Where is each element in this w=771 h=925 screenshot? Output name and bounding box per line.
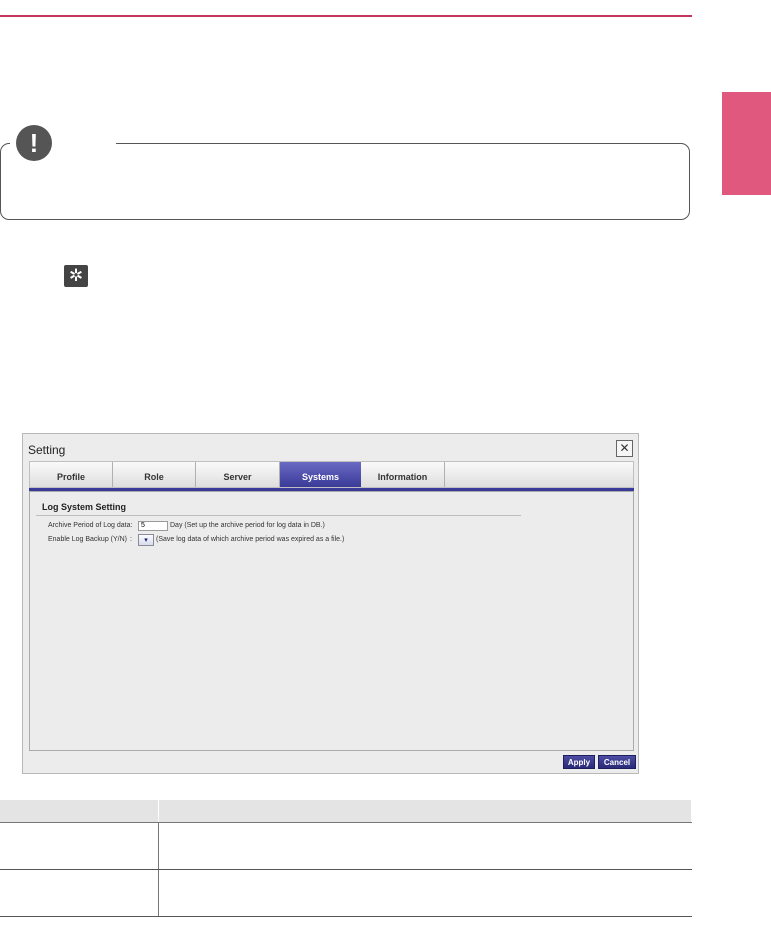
setting-dialog: Setting ✕ Profile Role Server Systems In…	[22, 433, 639, 774]
section-divider	[36, 515, 521, 516]
tab-information[interactable]: Information	[361, 462, 445, 487]
table-cell	[158, 822, 692, 870]
table-header-cell	[158, 800, 692, 823]
tab-profile[interactable]: Profile	[30, 462, 113, 487]
side-language-tab	[722, 92, 771, 195]
log-backup-select[interactable]: ▾	[138, 534, 154, 546]
section-title: Log System Setting	[42, 502, 127, 512]
note-box	[0, 143, 690, 220]
table-header-row	[0, 800, 692, 823]
table-row	[0, 822, 692, 870]
settings-table	[0, 800, 692, 917]
archive-period-label: Archive Period of Log data:	[48, 522, 133, 529]
cancel-button[interactable]: Cancel	[598, 755, 636, 769]
tab-role[interactable]: Role	[113, 462, 196, 487]
tab-bar: Profile Role Server Systems Information	[29, 461, 634, 488]
table-cell	[0, 822, 159, 870]
apply-button[interactable]: Apply	[563, 755, 595, 769]
table-cell	[158, 869, 692, 917]
exclamation-icon: !	[16, 125, 52, 161]
close-icon[interactable]: ✕	[616, 440, 633, 457]
systems-panel: Log System Setting Archive Period of Log…	[29, 491, 634, 751]
log-backup-separator: :	[130, 536, 132, 543]
tab-server[interactable]: Server	[196, 462, 280, 487]
table-cell	[0, 869, 159, 917]
log-backup-label: Enable Log Backup (Y/N)	[48, 536, 127, 543]
table-row	[0, 869, 692, 917]
table-header-cell	[0, 800, 159, 823]
tab-systems[interactable]: Systems	[280, 462, 361, 487]
log-backup-hint: (Save log data of which archive period w…	[156, 536, 345, 543]
header-rule	[0, 15, 692, 17]
gear-icon: ✲	[64, 265, 88, 287]
archive-period-hint: Day (Set up the archive period for log d…	[170, 522, 325, 529]
archive-period-input[interactable]	[138, 521, 168, 531]
dialog-title: Setting	[28, 443, 66, 457]
